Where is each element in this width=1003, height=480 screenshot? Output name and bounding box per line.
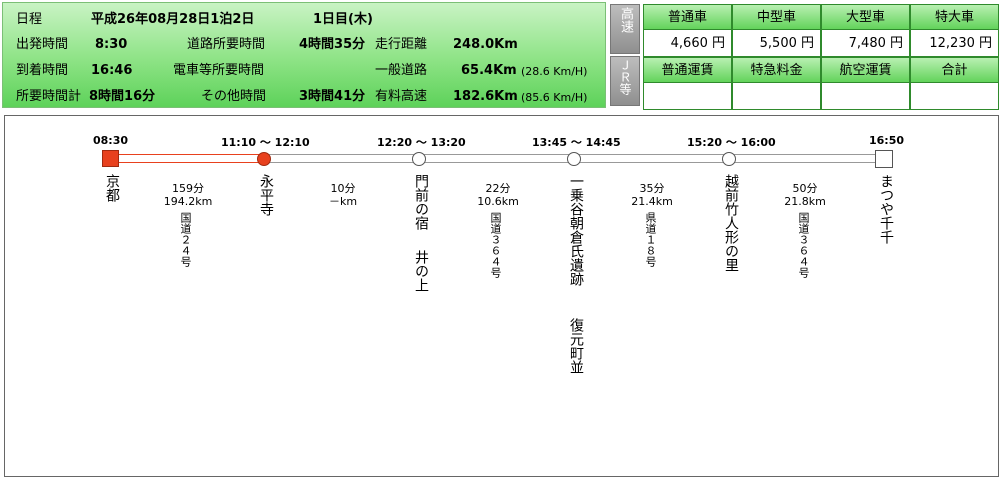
arrive-value: 16:46 <box>91 63 133 78</box>
segment-distance-4: 21.4km <box>631 195 673 208</box>
segment-road-3: 国道３６４号 <box>489 212 502 278</box>
stop-time-matsuya: 16:50 <box>869 134 905 147</box>
fare-value-medium: 5,500 円 <box>732 30 821 57</box>
road-time-value: 4時間35分 <box>299 37 366 52</box>
other-time-value: 3時間41分 <box>299 89 366 104</box>
end-marker-square[interactable] <box>875 150 893 168</box>
segment-distance-5: 21.8km <box>784 195 826 208</box>
highway-tab-label: 高速 <box>618 7 633 33</box>
trip-summary-panel: 日程 平成26年08月28日1泊2日 1日目(木) 出発時間 8:30 到着時間… <box>2 2 606 108</box>
segment-duration-5: 50分 <box>792 182 818 195</box>
fare-value-normal-fare <box>643 83 732 110</box>
fare-header-express-fee: 特急料金 <box>732 57 821 83</box>
stop-name-matsuya[interactable]: まつや千千 <box>876 174 896 244</box>
segment-road-5: 国道３６４号 <box>797 212 810 278</box>
day-value: 1日目(木) <box>313 12 373 27</box>
route-line-highlight <box>111 154 264 163</box>
arrive-label: 到着時間 <box>16 63 69 78</box>
fare-header-medium: 中型車 <box>732 4 821 30</box>
segment-duration-2: 10分 <box>330 182 356 195</box>
stop-name-monzen-2[interactable]: 井の上 <box>411 250 431 292</box>
general-road-value: 65.4Km <box>461 63 517 78</box>
stop-time-eiheiji: 11:10 〜 12:10 <box>221 136 310 149</box>
stop-name-eiheiji[interactable]: 永平寺 <box>256 174 276 216</box>
segment-duration-4: 35分 <box>639 182 665 195</box>
schedule-value: 平成26年08月28日1泊2日 <box>91 12 255 27</box>
general-road-speed: (28.6 Km/H) <box>521 65 588 78</box>
stop-marker-ichijodani[interactable] <box>567 152 581 166</box>
fare-header-total: 合計 <box>910 57 999 83</box>
segment-duration-3: 22分 <box>485 182 511 195</box>
schedule-label: 日程 <box>16 12 43 27</box>
fare-value-express-fee <box>732 83 821 110</box>
fare-value-large: 7,480 円 <box>821 30 910 57</box>
distance-label: 走行距離 <box>375 37 428 52</box>
total-time-value: 8時間16分 <box>89 89 156 104</box>
stop-marker-monzen[interactable] <box>412 152 426 166</box>
fare-value-total <box>910 83 999 110</box>
stop-time-monzen: 12:20 〜 13:20 <box>377 136 466 149</box>
route-diagram: 08:30 11:10 〜 12:10 12:20 〜 13:20 13:45 … <box>4 115 999 477</box>
train-time-label: 電車等所要時間 <box>173 63 265 78</box>
segment-road-4: 県道１８号 <box>644 212 657 267</box>
segment-distance-3: 10.6km <box>477 195 519 208</box>
stop-name-kyoto[interactable]: 京都 <box>102 174 122 202</box>
depart-value: 8:30 <box>95 37 128 52</box>
stop-name-ichijodani[interactable]: 一乗谷朝倉氏遺跡 <box>566 174 586 286</box>
depart-label: 出発時間 <box>16 37 69 52</box>
stop-marker-eiheiji[interactable] <box>257 152 271 166</box>
fare-header-extra-large: 特大車 <box>910 4 999 30</box>
total-time-label: 所要時間計 <box>16 89 82 104</box>
fare-header-large: 大型車 <box>821 4 910 30</box>
fare-header-air-fare: 航空運賃 <box>821 57 910 83</box>
stop-name-takeningyo[interactable]: 越前竹人形の里 <box>721 174 741 272</box>
segment-distance-1: 194.2km <box>163 195 213 208</box>
fare-header-normal-fare: 普通運賃 <box>643 57 732 83</box>
segment-duration-1: 159分 <box>172 182 204 195</box>
stop-time-takeningyo: 15:20 〜 16:00 <box>687 136 776 149</box>
stop-name-ichijodani-2[interactable]: 復元町並 <box>566 318 586 374</box>
general-road-label: 一般道路 <box>375 63 428 78</box>
fare-value-extra-large: 12,230 円 <box>910 30 999 57</box>
fare-value-regular: 4,660 円 <box>643 30 732 57</box>
fare-header-regular: 普通車 <box>643 4 732 30</box>
segment-road-1: 国道２４号 <box>179 212 192 267</box>
stop-time-ichijodani: 13:45 〜 14:45 <box>532 136 621 149</box>
jr-tab-label: ＪＲ等 <box>618 59 632 95</box>
stop-marker-takeningyo[interactable] <box>722 152 736 166</box>
start-marker-square[interactable] <box>102 150 119 167</box>
stop-name-monzen[interactable]: 門前の宿 <box>411 174 431 230</box>
jr-tab[interactable]: ＪＲ等 <box>610 56 640 106</box>
toll-label: 有料高速 <box>375 89 428 104</box>
stop-time-kyoto: 08:30 <box>93 134 129 147</box>
segment-distance-2: －km <box>328 195 358 208</box>
highway-tab[interactable]: 高速 <box>610 4 640 54</box>
toll-value: 182.6Km <box>453 89 518 104</box>
distance-value: 248.0Km <box>453 37 518 52</box>
other-time-label: その他時間 <box>201 89 267 104</box>
fare-value-air-fare <box>821 83 910 110</box>
toll-speed: (85.6 Km/H) <box>521 91 588 104</box>
road-time-label: 道路所要時間 <box>187 37 266 52</box>
